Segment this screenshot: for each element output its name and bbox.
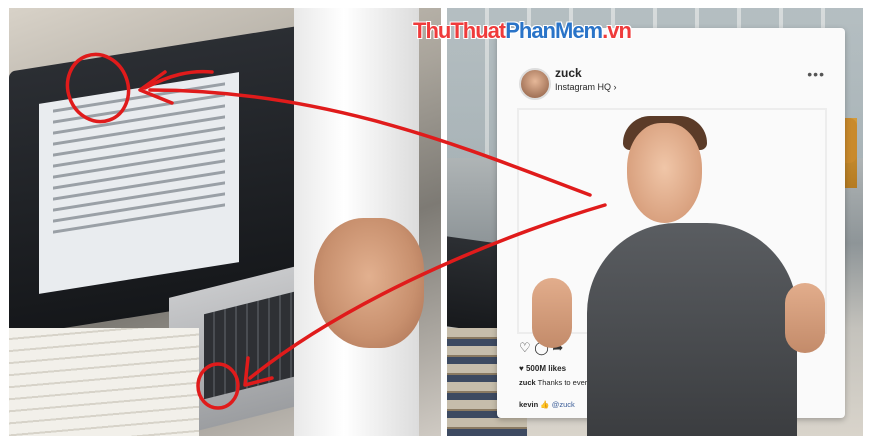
microphone-circle <box>196 362 240 410</box>
watermark: ThuThuatPhanMem.vn <box>413 18 632 43</box>
annotation-overlay <box>65 52 607 410</box>
arrow-to-microphone <box>248 203 607 380</box>
webcam-circle <box>65 52 131 124</box>
arrow-to-webcam <box>148 88 592 197</box>
